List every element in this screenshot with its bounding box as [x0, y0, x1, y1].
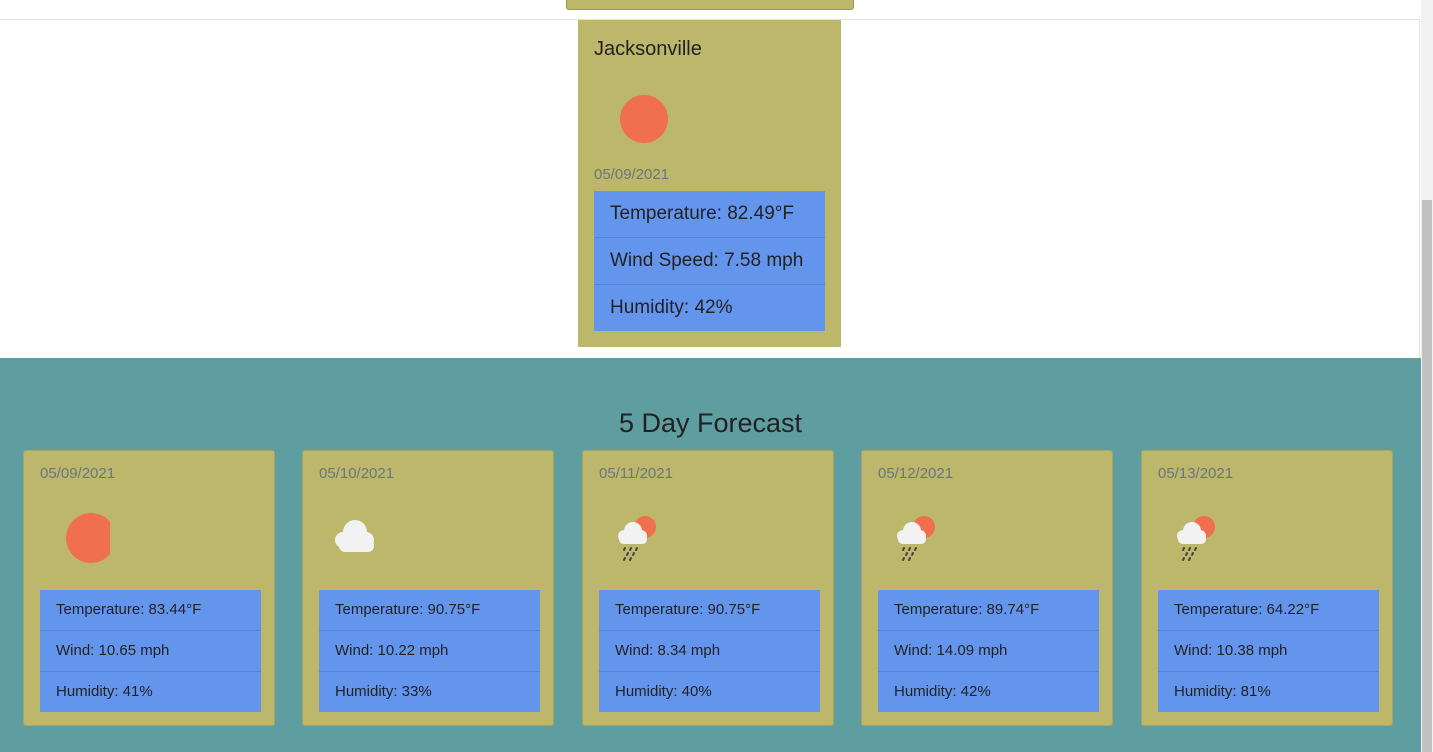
page: Jacksonville 05/09/2021 Temperature: 82.… — [0, 0, 1433, 752]
forecast-temperature: Temperature: 90.75°F — [599, 590, 820, 631]
search-card-bottom-edge — [566, 0, 854, 10]
forecast-temperature: Temperature: 89.74°F — [878, 590, 1099, 631]
forecast-date: 05/13/2021 — [1158, 465, 1234, 482]
forecast-conditions-list: Temperature: 90.75°F Wind: 10.22 mph Hum… — [319, 590, 540, 712]
forecast-date: 05/10/2021 — [319, 465, 395, 482]
sun-icon — [620, 95, 668, 143]
forecast-title: 5 Day Forecast — [618, 408, 803, 438]
forecast-wind: Wind: 10.22 mph — [319, 631, 540, 672]
current-wind-speed: Wind Speed: 7.58 mph — [594, 238, 825, 285]
current-weather-card: Jacksonville 05/09/2021 Temperature: 82.… — [578, 20, 841, 347]
forecast-date: 05/12/2021 — [878, 465, 954, 482]
forecast-conditions-list: Temperature: 64.22°F Wind: 10.38 mph Hum… — [1158, 590, 1379, 712]
forecast-temperature: Temperature: 83.44°F — [40, 590, 261, 631]
forecast-conditions-list: Temperature: 89.74°F Wind: 14.09 mph Hum… — [878, 590, 1099, 712]
rain-sun-icon — [897, 516, 935, 561]
forecast-card: 05/11/2021 Temperature: 90.75°F Wind: 8.… — [582, 450, 834, 726]
rain-sun-icon — [1177, 516, 1215, 561]
forecast-conditions-list: Temperature: 90.75°F Wind: 8.34 mph Humi… — [599, 590, 820, 712]
forecast-humidity: Humidity: 41% — [40, 672, 261, 712]
forecast-card: 05/12/2021 Temperature: 89.74°F Wind: 14… — [861, 450, 1113, 726]
forecast-wind: Wind: 10.38 mph — [1158, 631, 1379, 672]
current-date: 05/09/2021 — [594, 166, 670, 183]
forecast-humidity: Humidity: 81% — [1158, 672, 1379, 712]
forecast-temperature: Temperature: 64.22°F — [1158, 590, 1379, 631]
divider — [1419, 19, 1420, 358]
current-humidity: Humidity: 42% — [594, 285, 825, 331]
scrollbar[interactable] — [1421, 0, 1433, 752]
forecast-temperature: Temperature: 90.75°F — [319, 590, 540, 631]
city-name: Jacksonville — [594, 38, 702, 60]
forecast-date: 05/09/2021 — [40, 465, 116, 482]
scrollbar-thumb[interactable] — [1422, 200, 1432, 752]
forecast-card: 05/13/2021 Temperature: 64.22°F Wind: 10… — [1141, 450, 1393, 726]
sun-icon — [66, 513, 110, 563]
forecast-card: 05/10/2021 Temperature: 90.75°F Wind: 10… — [302, 450, 554, 726]
forecast-date: 05/11/2021 — [599, 465, 673, 482]
forecast-section: 5 Day Forecast 05/09/2021 Temperature: 8… — [0, 358, 1421, 752]
current-temperature: Temperature: 82.49°F — [594, 191, 825, 238]
forecast-wind: Wind: 8.34 mph — [599, 631, 820, 672]
forecast-wind: Wind: 14.09 mph — [878, 631, 1099, 672]
forecast-humidity: Humidity: 42% — [878, 672, 1099, 712]
current-conditions-list: Temperature: 82.49°F Wind Speed: 7.58 mp… — [594, 191, 825, 331]
forecast-card: 05/09/2021 Temperature: 83.44°F Wind: 10… — [23, 450, 275, 726]
rain-sun-icon — [618, 516, 656, 561]
forecast-humidity: Humidity: 33% — [319, 672, 540, 712]
forecast-humidity: Humidity: 40% — [599, 672, 820, 712]
cloud-icon — [335, 520, 374, 552]
forecast-wind: Wind: 10.65 mph — [40, 631, 261, 672]
forecast-conditions-list: Temperature: 83.44°F Wind: 10.65 mph Hum… — [40, 590, 261, 712]
